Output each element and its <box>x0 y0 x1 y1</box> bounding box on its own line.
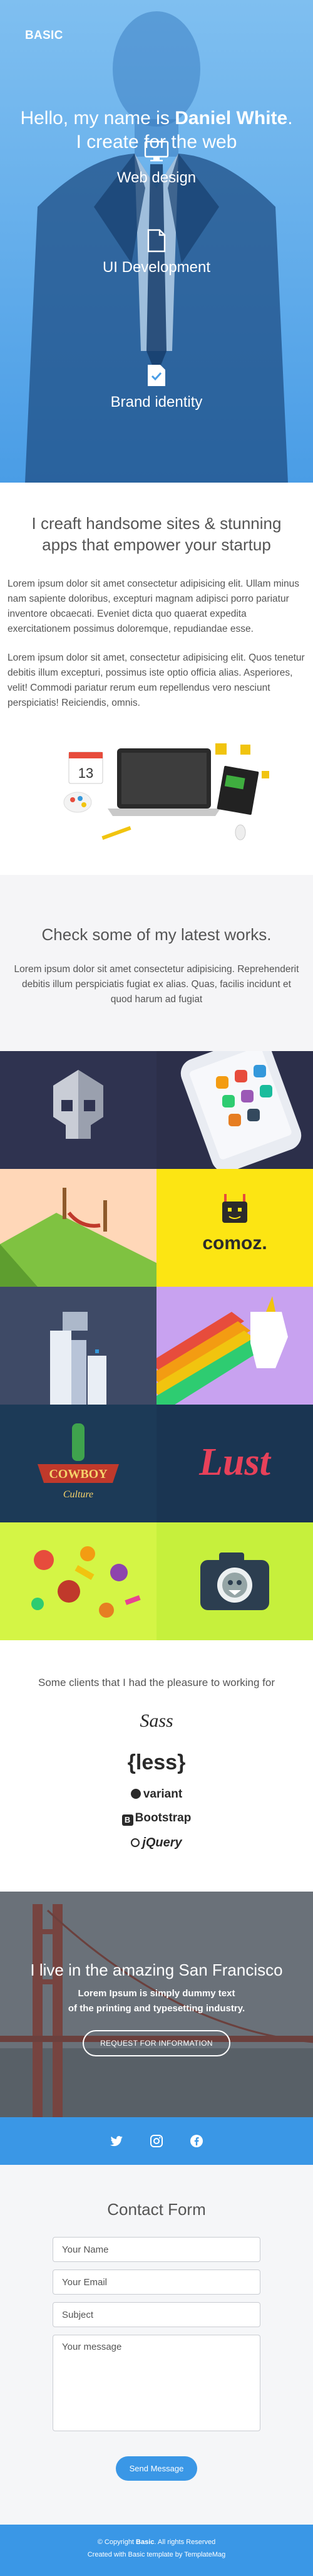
portfolio-grid: comoz. COWBOY Culture Lust <box>0 1051 313 1640</box>
subject-field[interactable] <box>53 2302 260 2327</box>
portfolio-tile-city-towers[interactable] <box>0 1287 156 1405</box>
calendar-icon: 13 <box>68 751 103 784</box>
footer: © Copyright Basic. All rights Reserved C… <box>0 2525 313 2576</box>
location-text-line: of the printing and typesetting industry… <box>68 2003 245 2014</box>
cowboy-logo-text: COWBOY <box>49 1467 108 1481</box>
location-text-line: Lorem Ipsum is simply dummy text <box>78 1988 235 1999</box>
message-field[interactable] <box>53 2335 260 2431</box>
hero-greeting: Hello, my name is <box>20 108 175 128</box>
works-heading: Check some of my latest works. <box>41 925 272 944</box>
copyright-text: © Copyright Basic. All rights Reserved <box>0 2536 313 2548</box>
portfolio-tile-phone-apps[interactable] <box>156 1051 313 1169</box>
works-text: Lorem ipsum dolor sit amet consectetur a… <box>14 964 299 1005</box>
jquery-mark-icon <box>131 1838 140 1847</box>
clients-heading: Some clients that I had the pleasure to … <box>38 1677 275 1689</box>
workspace-illustration: 13 <box>8 725 305 862</box>
name-field[interactable] <box>53 2237 260 2262</box>
service-label: Brand identity <box>110 394 203 411</box>
intro-paragraph: Lorem ipsum dolor sit amet consectetur a… <box>8 579 300 634</box>
service-web-design: Web design <box>0 140 313 187</box>
client-logo-less: {less} <box>0 1751 313 1775</box>
calendar-day: 13 <box>78 765 93 781</box>
bootstrap-mark-icon: B <box>121 1814 133 1826</box>
service-brand-identity: Brand identity <box>0 362 313 411</box>
client-logo-label: variant <box>143 1788 183 1801</box>
send-message-button[interactable]: Send Message <box>115 2456 198 2481</box>
monitor-icon <box>144 140 169 162</box>
copyright-prefix: © Copyright <box>97 2538 136 2546</box>
intro-section: I creaft handsome sites & stunning apps … <box>0 483 313 875</box>
portfolio-tile-cowboy-culture[interactable]: COWBOY Culture <box>0 1405 156 1522</box>
checklist-icon <box>148 365 165 386</box>
location-section: I live in the amazing San Francisco Lore… <box>0 1892 313 2117</box>
location-heading: I live in the amazing San Francisco <box>30 1961 283 1979</box>
credit-author-link[interactable]: TemplateMag <box>184 2551 225 2558</box>
document-icon <box>147 229 166 253</box>
email-field[interactable] <box>53 2270 260 2295</box>
portfolio-tile-unicorn-rainbow[interactable] <box>156 1287 313 1405</box>
credit-prefix: Created with Basic template by <box>87 2551 185 2558</box>
portfolio-tile-lust-lettering[interactable]: Lust <box>156 1405 313 1522</box>
service-label: UI Development <box>102 259 211 276</box>
credit-text: Created with Basic template by TemplateM… <box>0 2548 313 2561</box>
brand-logo[interactable]: BASIC <box>25 29 63 43</box>
service-label: Web design <box>116 169 197 186</box>
contact-heading: Contact Form <box>107 2200 206 2219</box>
clients-section: Some clients that I had the pleasure to … <box>0 1640 313 1892</box>
portfolio-tile-comoz[interactable]: comoz. <box>156 1169 313 1287</box>
service-ui-development: UI Development <box>0 229 313 276</box>
variant-mark-icon <box>130 1789 141 1799</box>
twitter-icon[interactable] <box>109 2134 124 2149</box>
hero-greeting-suffix: . <box>287 108 293 128</box>
comoz-logo-text: comoz. <box>202 1233 267 1254</box>
portfolio-tile-camera-monster[interactable] <box>156 1522 313 1640</box>
portfolio-tile-skull[interactable] <box>0 1051 156 1169</box>
contact-section: Contact Form Send Message <box>0 2165 313 2525</box>
intro-paragraph: Lorem ipsum dolor sit amet, consectetur … <box>8 652 305 708</box>
client-logo-variant: variant <box>0 1788 313 1801</box>
works-section-header: Check some of my latest works. Lorem ips… <box>0 875 313 1051</box>
client-logo-label: {less} <box>127 1751 186 1774</box>
client-logo-label: jQuery <box>142 1836 182 1850</box>
copyright-brand: Basic <box>136 2538 155 2546</box>
location-text: Lorem Ipsum is simply dummy text of the p… <box>0 1986 313 2016</box>
client-logo-label: Bootstrap <box>135 1811 192 1825</box>
hero-section: BASIC Hello, my name is Daniel White. I … <box>0 0 313 483</box>
facebook-icon[interactable] <box>189 2134 204 2149</box>
request-info-button[interactable]: REQUEST FOR INFORMATION <box>83 2030 230 2056</box>
intro-heading: I creaft handsome sites & stunning apps … <box>31 514 282 554</box>
portfolio-tile-food-scatter[interactable] <box>0 1522 156 1640</box>
culture-logo-text: Culture <box>63 1489 93 1500</box>
portfolio-tile-island-hammock[interactable] <box>0 1169 156 1287</box>
client-logo-label: Sass <box>140 1710 173 1731</box>
hero-name: Daniel White <box>175 108 288 128</box>
client-logo-jquery: jQuery <box>0 1836 313 1850</box>
instagram-icon[interactable] <box>149 2134 164 2149</box>
client-logo-bootstrap: B Bootstrap <box>0 1811 313 1826</box>
copyright-suffix: . All rights Reserved <box>154 2538 216 2546</box>
lust-logo-text: Lust <box>198 1441 271 1484</box>
client-logo-sass: Sass <box>0 1710 313 1732</box>
social-bar <box>0 2117 313 2165</box>
